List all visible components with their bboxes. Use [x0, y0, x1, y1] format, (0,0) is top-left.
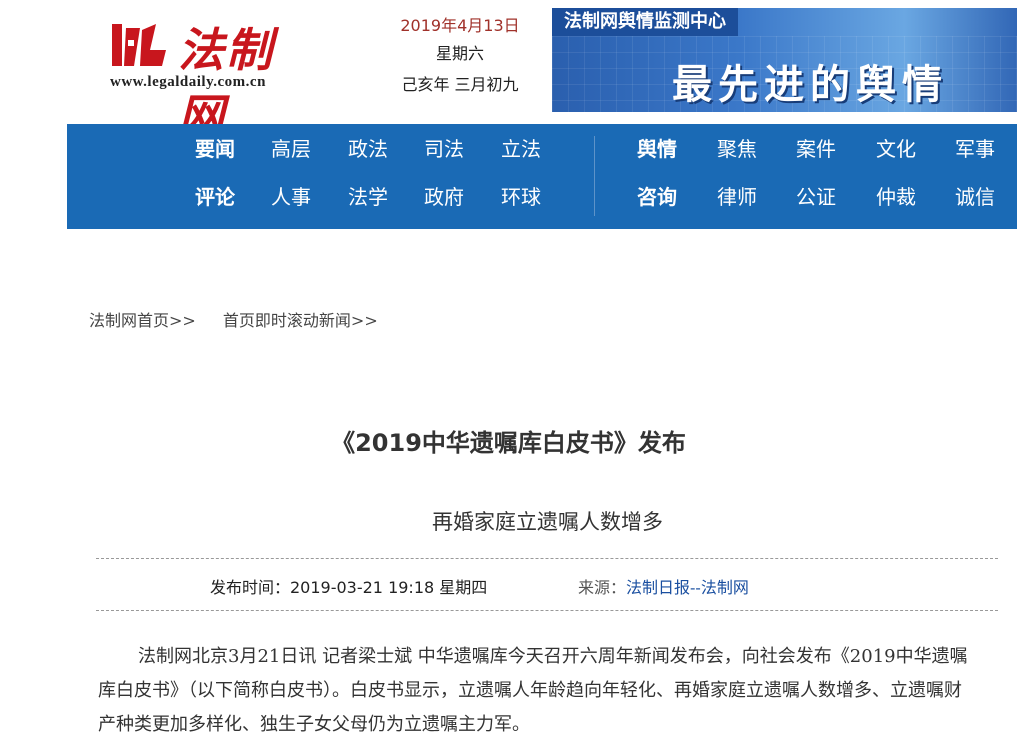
nav-lifa[interactable]: 立法	[501, 137, 541, 161]
nav-gongzheng[interactable]: 公证	[796, 185, 836, 209]
logo-url: www.legaldaily.com.cn	[110, 74, 266, 90]
source-link[interactable]: 法制日报--法制网	[626, 578, 749, 597]
nav-anjian[interactable]: 案件	[796, 137, 836, 161]
nav-yaowen[interactable]: 要闻	[195, 137, 235, 161]
divider-bottom	[96, 610, 998, 611]
nav-jujiao[interactable]: 聚焦	[717, 137, 757, 161]
nav-zhengfa[interactable]: 政法	[348, 137, 388, 161]
nav-huanqiu[interactable]: 环球	[501, 185, 541, 209]
divider-top	[96, 558, 998, 559]
article-title: 《2019中华遗嘱库白皮书》发布	[331, 429, 686, 457]
date-box: 2019年4月13日 星期六 己亥年 三月初九	[380, 12, 540, 99]
breadcrumb-home[interactable]: 法制网首页>>	[89, 311, 196, 330]
nav-chengxin[interactable]: 诚信	[955, 185, 995, 209]
main-nav: 要闻 高层 政法 司法 立法 评论 人事 法学 政府 环球 舆情 聚焦 案件 文…	[67, 124, 1017, 229]
nav-pinglun[interactable]: 评论	[195, 185, 235, 209]
weekday: 星期六	[435, 44, 484, 63]
source-label: 来源：	[578, 578, 627, 597]
site-logo[interactable]: 法制网 www.legaldaily.com.cn	[108, 14, 318, 143]
ad-banner[interactable]: 法制网舆情监测中心 最先进的舆情	[552, 8, 1017, 112]
nav-junshi[interactable]: 军事	[955, 137, 995, 161]
publish-time: 发布时间：2019-03-21 19:18 星期四	[210, 578, 488, 597]
article-body: 法制网北京3月21日讯 记者梁士斌 中华遗嘱库今天召开六周年新闻发布会，向社会发…	[98, 646, 968, 735]
article-source: 来源：法制日报--法制网	[578, 574, 749, 598]
nav-zixun[interactable]: 咨询	[637, 185, 677, 209]
nav-lvshi[interactable]: 律师	[717, 185, 757, 209]
nav-renshi[interactable]: 人事	[271, 185, 311, 209]
nav-divider	[594, 136, 595, 216]
logo-mark-icon	[112, 24, 166, 66]
nav-zhengfu[interactable]: 政府	[424, 185, 464, 209]
breadcrumb-rolling-news[interactable]: 首页即时滚动新闻>>	[223, 311, 378, 330]
breadcrumb: 法制网首页>> 首页即时滚动新闻>>	[89, 307, 400, 331]
current-date: 2019年4月13日	[400, 16, 520, 35]
nav-sifa[interactable]: 司法	[424, 137, 464, 161]
nav-zhongcai[interactable]: 仲裁	[876, 185, 916, 209]
nav-wenhua[interactable]: 文化	[876, 137, 916, 161]
article-subtitle: 再婚家庭立遗嘱人数增多	[432, 510, 663, 534]
nav-faxue[interactable]: 法学	[348, 185, 388, 209]
nav-gaoceng[interactable]: 高层	[271, 137, 311, 161]
banner-title: 法制网舆情监测中心	[552, 8, 738, 36]
lunar-date: 己亥年 三月初九	[401, 75, 519, 94]
banner-slogan: 最先进的舆情	[672, 62, 948, 108]
nav-yuqing[interactable]: 舆情	[637, 137, 677, 161]
